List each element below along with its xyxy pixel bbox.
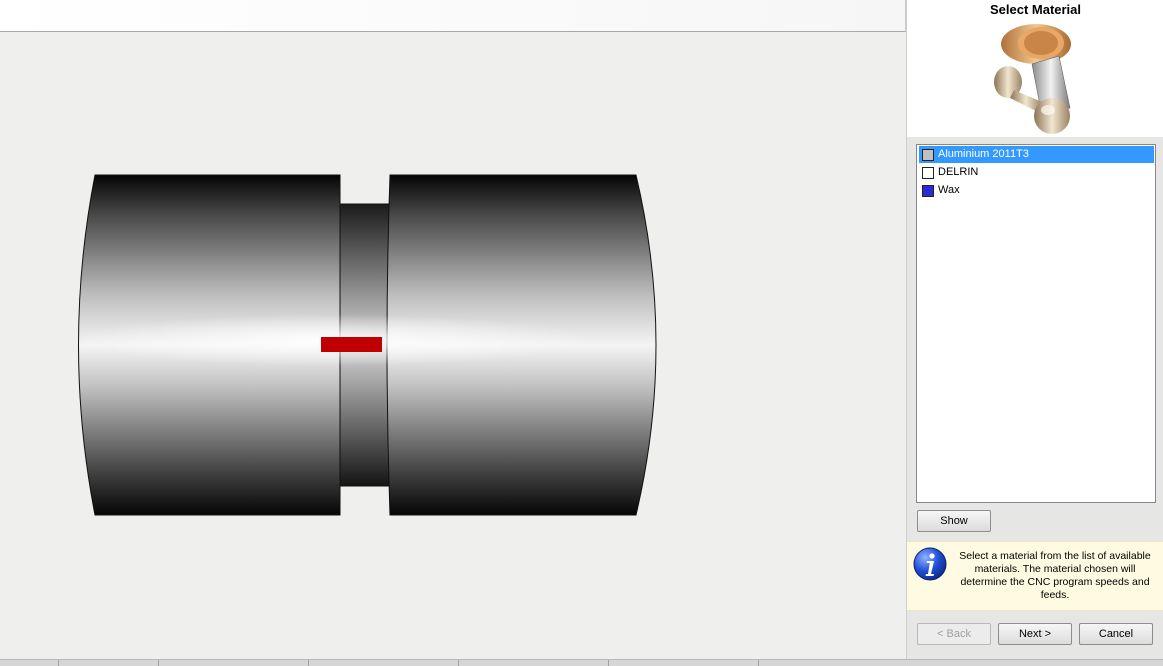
cancel-button[interactable]: Cancel <box>1079 623 1153 645</box>
info-box: Select a material from the list of avail… <box>907 541 1163 611</box>
list-item-delrin[interactable]: DELRIN <box>919 164 1154 181</box>
material-list[interactable]: Aluminium 2011T3 DELRIN Wax <box>916 144 1156 503</box>
workpiece-render <box>70 174 657 516</box>
tool-marker <box>321 337 382 352</box>
info-icon <box>913 547 947 581</box>
list-item-aluminium[interactable]: Aluminium 2011T3 <box>919 146 1154 163</box>
list-item-wax[interactable]: Wax <box>919 182 1154 199</box>
list-item-label: Aluminium 2011T3 <box>938 148 1029 160</box>
list-item-label: DELRIN <box>938 166 979 178</box>
material-swatch <box>922 149 934 161</box>
back-button[interactable]: < Back <box>917 623 991 645</box>
info-text: Select a material from the list of avail… <box>959 550 1151 601</box>
material-swatch <box>922 185 934 197</box>
next-button[interactable]: Next > <box>998 623 1072 645</box>
turned-parts-illustration <box>994 24 1071 134</box>
list-item-label: Wax <box>938 184 960 196</box>
panel-title: Select Material <box>989 2 1082 17</box>
viewport-3d[interactable] <box>0 0 906 665</box>
material-swatch <box>922 167 934 179</box>
show-button[interactable]: Show <box>917 510 991 532</box>
material-panel: Select Material Aluminium 2011T3 DELRIN … <box>906 0 1163 659</box>
panel-header: Select Material <box>907 0 1163 137</box>
